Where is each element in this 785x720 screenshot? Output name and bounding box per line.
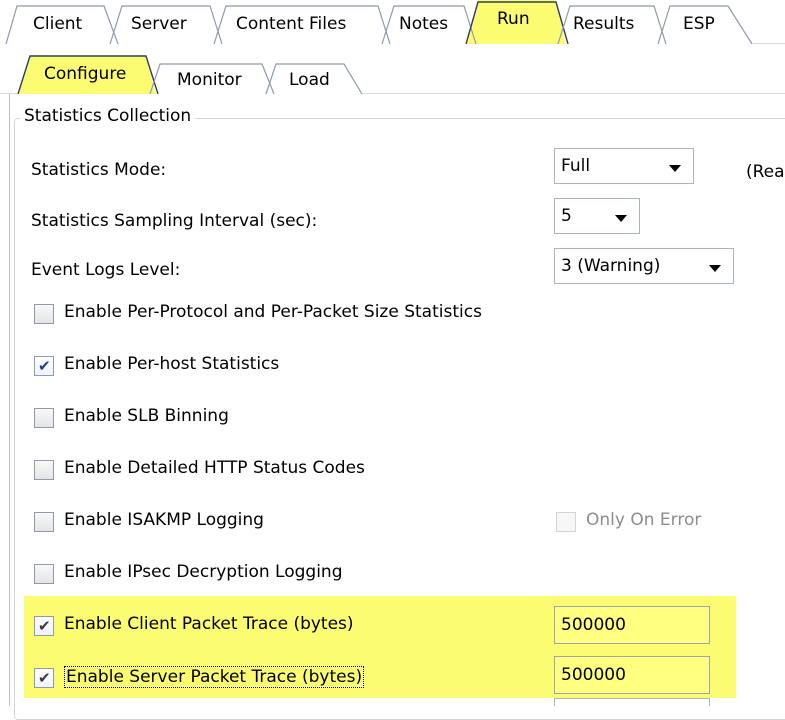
server-trace-bytes-field[interactable] [554,656,710,694]
chevron-down-icon [615,215,627,222]
next-field-edge [554,698,710,706]
cb-per-host-label: Enable Per-host Statistics [64,354,280,374]
group-title: Statistics Collection [20,106,196,126]
checkbox-checked-icon[interactable]: ✔ [34,616,54,636]
tab-content-files[interactable]: Content Files [236,14,346,34]
checkbox-checked-icon[interactable]: ✔ [34,356,54,376]
tab-configure[interactable]: Configure [44,64,126,84]
client-trace-bytes-field[interactable] [554,606,710,644]
cb-http-status-label: Enable Detailed HTTP Status Codes [64,458,365,478]
cb-server-trace-label: Enable Server Packet Trace (bytes) [64,666,365,688]
configure-panel: Statistics Collection Statistics Mode: F… [0,94,785,720]
event-logs-level-value: 3 (Warning) [561,256,661,276]
panel-left-border [9,94,10,706]
tab-server[interactable]: Server [131,14,187,34]
event-logs-level-label: Event Logs Level: [31,260,181,280]
chevron-down-icon [709,265,721,272]
top-tab-shapes [5,0,785,44]
cb-only-on-error-label: Only On Error [586,510,702,530]
cb-client-trace-label: Enable Client Packet Trace (bytes) [64,614,354,634]
tab-results[interactable]: Results [573,14,634,34]
cb-slb-binning-label: Enable SLB Binning [64,406,229,426]
checkbox-icon[interactable] [34,564,54,584]
top-tab-bar: Client Server Content Files Notes Run Re… [0,0,785,44]
stats-mode-label: Statistics Mode: [31,160,167,180]
checkbox-disabled-icon [556,512,576,532]
stats-mode-note: (Rea [746,162,785,182]
tab-load[interactable]: Load [289,70,330,90]
stats-mode-value: Full [561,156,591,176]
tab-monitor[interactable]: Monitor [177,70,242,90]
sampling-interval-label: Statistics Sampling Interval (sec): [31,211,318,231]
checkbox-icon[interactable] [34,304,54,324]
tab-client[interactable]: Client [33,14,82,34]
chevron-down-icon [669,165,681,172]
tab-run[interactable]: Run [497,9,530,29]
checkbox-icon[interactable] [34,512,54,532]
tab-esp[interactable]: ESP [683,14,715,34]
cb-isakmp-label: Enable ISAKMP Logging [64,510,264,530]
event-logs-level-select[interactable]: 3 (Warning) [554,248,734,284]
cb-per-protocol-label: Enable Per-Protocol and Per-Packet Size … [64,302,482,322]
checkbox-checked-icon[interactable]: ✔ [34,668,54,688]
client-trace-bytes-input[interactable] [561,615,701,635]
sampling-interval-select[interactable]: 5 [554,198,640,234]
sampling-interval-value: 5 [561,206,572,226]
checkbox-icon[interactable] [34,460,54,480]
cb-ipsec-label: Enable IPsec Decryption Logging [64,562,343,582]
checkbox-icon[interactable] [34,408,54,428]
sub-tab-bar: Configure Monitor Load [0,50,785,94]
tab-notes[interactable]: Notes [399,14,448,34]
stats-mode-select[interactable]: Full [554,148,694,184]
server-trace-bytes-input[interactable] [561,665,701,685]
